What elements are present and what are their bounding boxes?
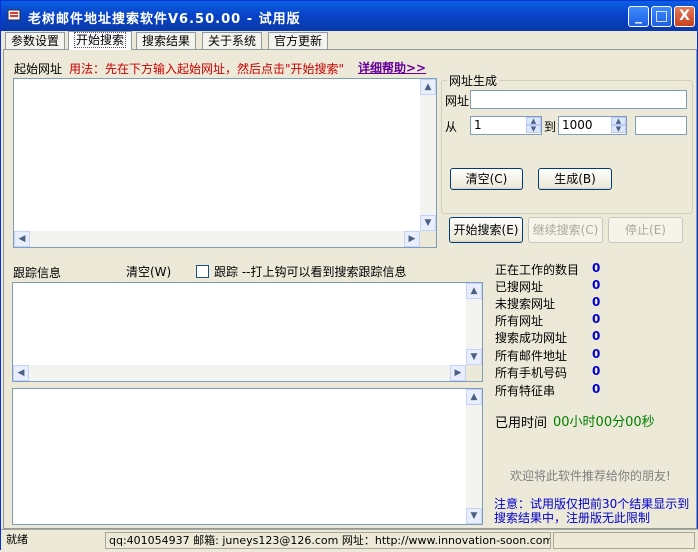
trace-log[interactable]: ▲ ▼ ◀ ▶ xyxy=(12,282,483,382)
url-gen-group-label: 网址生成 xyxy=(447,72,500,89)
app-window: 老树邮件地址搜索软件V6.50.00 - 试用版 _ □ X 参数设置 开始搜索… xyxy=(0,0,698,552)
status-bar: 就绪 qq:401054937 邮箱: juneys123@126.com 网址… xyxy=(1,529,698,552)
scroll-left-icon[interactable]: ◀ xyxy=(14,231,30,247)
start-url-label: 起始网址 xyxy=(14,62,63,76)
scroll-down-icon[interactable]: ▼ xyxy=(466,508,482,524)
to-spin[interactable]: ▲ ▼ xyxy=(611,117,626,134)
tab-start-search[interactable]: 开始搜索 xyxy=(68,31,133,50)
elapsed-label: 已用时间 xyxy=(495,416,548,431)
from-spin[interactable]: ▲ ▼ xyxy=(526,117,541,134)
horizontal-scrollbar[interactable]: ◀ ▶ xyxy=(14,231,420,247)
window-title: 老树邮件地址搜索软件V6.50.00 - 试用版 xyxy=(28,12,301,27)
spin-down-icon[interactable]: ▼ xyxy=(526,125,541,133)
tab-about[interactable]: 关于系统 xyxy=(202,32,263,49)
scroll-right-icon[interactable]: ▶ xyxy=(404,231,420,247)
app-icon xyxy=(7,9,21,21)
title-bar[interactable]: 老树邮件地址搜索软件V6.50.00 - 试用版 _ □ X xyxy=(1,1,698,31)
minimize-icon: _ xyxy=(635,8,642,24)
stat-label: 所有网址 xyxy=(495,314,544,328)
tab-params[interactable]: 参数设置 xyxy=(5,32,66,49)
tab-search-results[interactable]: 搜索结果 xyxy=(136,32,197,49)
start-search-button[interactable]: 开始搜索(E) xyxy=(449,217,523,243)
stop-button[interactable]: 停止(E) xyxy=(608,217,683,243)
extra-input[interactable] xyxy=(635,116,687,135)
tab-updates[interactable]: 官方更新 xyxy=(268,32,329,49)
close-icon: X xyxy=(679,8,690,24)
minimize-button[interactable]: _ xyxy=(628,6,649,27)
spin-up-icon[interactable]: ▲ xyxy=(611,117,626,125)
trace-label: 跟踪信息 xyxy=(13,266,62,280)
stat-label: 正在工作的数目 xyxy=(495,263,580,277)
url-clear-button[interactable]: 清空(C) xyxy=(450,168,523,190)
spin-down-icon[interactable]: ▼ xyxy=(611,125,626,133)
trace-checkbox-label: 跟踪 --打上钩可以看到搜索跟踪信息 xyxy=(214,265,407,279)
vertical-scrollbar[interactable]: ▲ ▼ xyxy=(466,389,482,524)
url-input[interactable] xyxy=(470,90,687,109)
scroll-down-icon[interactable]: ▼ xyxy=(420,215,436,231)
from-value: 1 xyxy=(474,118,482,132)
scroll-up-icon[interactable]: ▲ xyxy=(466,389,482,405)
maximize-button[interactable]: □ xyxy=(651,6,672,27)
vertical-scrollbar[interactable]: ▲ ▼ xyxy=(466,283,482,365)
stat-value: 0 xyxy=(592,295,601,309)
horizontal-scrollbar[interactable]: ◀ ▶ xyxy=(13,365,466,381)
stat-value: 0 xyxy=(592,329,601,343)
scroll-corner xyxy=(466,365,482,381)
stat-label: 所有邮件地址 xyxy=(495,349,568,363)
elapsed-value: 00小时00分00秒 xyxy=(553,415,655,430)
to-label: 到 xyxy=(544,120,557,134)
trial-notice: 注意：试用版仅把前30个结果显示到搜索结果中，注册版无此限制 xyxy=(494,497,690,525)
scroll-down-icon[interactable]: ▼ xyxy=(466,349,482,365)
vertical-scrollbar[interactable]: ▲ ▼ xyxy=(420,79,436,231)
recommend-text: 欢迎将此软件推荐给你的朋友! xyxy=(510,469,671,483)
status-extra xyxy=(553,532,695,549)
stat-value: 0 xyxy=(592,312,601,326)
tab-label: 参数设置 xyxy=(11,34,60,48)
scroll-left-icon[interactable]: ◀ xyxy=(13,365,29,381)
stat-value: 0 xyxy=(592,364,601,378)
stat-value: 0 xyxy=(592,347,601,361)
scroll-up-icon[interactable]: ▲ xyxy=(466,283,482,299)
tab-label: 搜索结果 xyxy=(142,34,191,48)
stat-label: 已搜网址 xyxy=(495,280,544,294)
stat-label: 所有手机号码 xyxy=(495,366,568,380)
status-contact: qq:401054937 邮箱: juneys123@126.com 网址：ht… xyxy=(105,532,551,549)
scroll-corner xyxy=(420,231,436,247)
tab-label: 开始搜索 xyxy=(74,32,127,48)
close-button[interactable]: X xyxy=(674,6,695,27)
stat-label: 未搜索网址 xyxy=(495,297,556,311)
help-link[interactable]: 详细帮助>> xyxy=(358,59,426,76)
scroll-right-icon[interactable]: ▶ xyxy=(450,365,466,381)
to-value: 1000 xyxy=(562,118,593,132)
spin-up-icon[interactable]: ▲ xyxy=(526,117,541,125)
from-stepper[interactable]: 1 ▲ ▼ xyxy=(470,116,542,135)
stat-label: 搜索成功网址 xyxy=(495,331,568,345)
status-ready: 就绪 xyxy=(6,533,28,546)
continue-search-button[interactable]: 继续搜索(C) xyxy=(528,217,603,243)
trace-checkbox[interactable] xyxy=(196,265,209,278)
tab-label: 官方更新 xyxy=(274,34,323,48)
stat-value: 0 xyxy=(592,261,601,275)
tab-label: 关于系统 xyxy=(208,34,257,48)
start-url-textarea[interactable]: ▲ ▼ ◀ ▶ xyxy=(13,78,437,248)
trace-clear-button[interactable]: 清空(W) xyxy=(126,263,171,280)
from-label: 从 xyxy=(445,120,458,134)
stat-label: 所有特征串 xyxy=(495,384,556,398)
url-generate-button[interactable]: 生成(B) xyxy=(538,168,612,190)
to-stepper[interactable]: 1000 ▲ ▼ xyxy=(558,116,627,135)
result-log[interactable]: ▲ ▼ xyxy=(12,388,483,525)
scroll-up-icon[interactable]: ▲ xyxy=(420,79,436,95)
stat-value: 0 xyxy=(592,278,601,292)
stat-value: 0 xyxy=(592,382,601,396)
usage-hint: 用法：先在下方输入起始网址，然后点击"开始搜索" xyxy=(69,62,345,76)
maximize-icon: □ xyxy=(654,8,669,24)
url-label: 网址 xyxy=(445,94,470,108)
